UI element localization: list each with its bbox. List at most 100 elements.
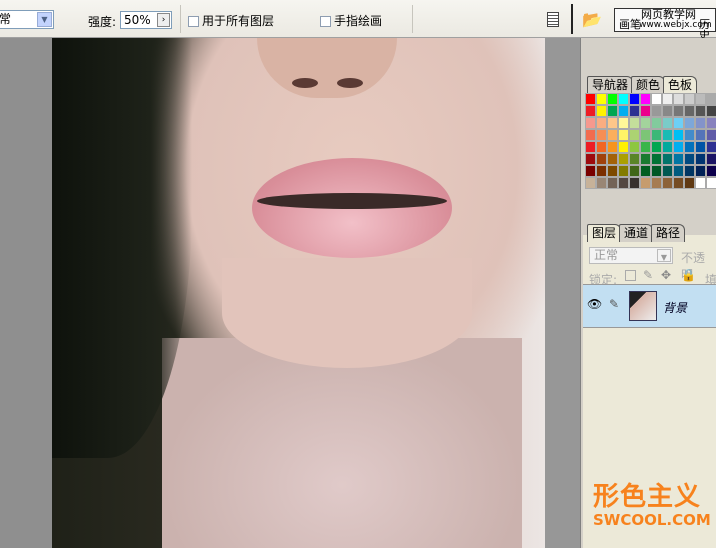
color-swatch[interactable] — [607, 177, 618, 189]
lock-transparency-icon[interactable] — [625, 270, 636, 281]
color-swatch[interactable] — [629, 165, 640, 177]
finger-painting-checkbox[interactable]: 手指绘画 — [320, 12, 382, 29]
color-swatch[interactable] — [640, 141, 651, 153]
color-swatch[interactable] — [695, 93, 706, 105]
color-swatch[interactable] — [607, 93, 618, 105]
color-swatch[interactable] — [662, 117, 673, 129]
color-swatch[interactable] — [673, 165, 684, 177]
color-swatch[interactable] — [618, 117, 629, 129]
color-swatch[interactable] — [640, 93, 651, 105]
color-swatch[interactable] — [695, 105, 706, 117]
tab-channels[interactable]: 通道 — [619, 224, 654, 242]
color-swatch[interactable] — [651, 117, 662, 129]
color-swatch[interactable] — [706, 177, 716, 189]
color-swatch[interactable] — [662, 105, 673, 117]
color-swatch[interactable] — [640, 117, 651, 129]
color-swatch[interactable] — [618, 93, 629, 105]
color-swatch[interactable] — [684, 117, 695, 129]
color-swatch[interactable] — [618, 165, 629, 177]
color-swatch[interactable] — [695, 165, 706, 177]
color-swatch[interactable] — [684, 153, 695, 165]
color-swatch[interactable] — [596, 117, 607, 129]
color-swatch[interactable] — [640, 153, 651, 165]
color-swatch[interactable] — [618, 129, 629, 141]
color-swatch[interactable] — [695, 141, 706, 153]
color-swatch[interactable] — [607, 141, 618, 153]
color-swatch[interactable] — [695, 177, 706, 189]
color-swatch[interactable] — [695, 117, 706, 129]
color-swatch[interactable] — [695, 129, 706, 141]
lock-move-icon[interactable]: ✥ — [661, 268, 671, 282]
color-swatch[interactable] — [596, 165, 607, 177]
palette-options-icon[interactable] — [547, 12, 559, 27]
color-swatch[interactable] — [585, 177, 596, 189]
color-swatch[interactable] — [684, 141, 695, 153]
color-swatch[interactable] — [684, 129, 695, 141]
color-swatch[interactable] — [706, 105, 716, 117]
mode-select[interactable]: 常 ▼ — [0, 10, 54, 29]
color-swatch[interactable] — [640, 129, 651, 141]
strength-input[interactable]: 50% › — [120, 11, 172, 29]
color-swatch[interactable] — [673, 153, 684, 165]
color-swatch[interactable] — [673, 105, 684, 117]
chevron-down-icon[interactable]: ▼ — [657, 249, 671, 262]
color-swatch[interactable] — [640, 165, 651, 177]
color-swatch[interactable] — [596, 129, 607, 141]
color-swatch[interactable] — [607, 129, 618, 141]
color-swatch[interactable] — [607, 105, 618, 117]
color-swatch[interactable] — [607, 117, 618, 129]
color-swatch[interactable] — [673, 93, 684, 105]
color-swatch[interactable] — [706, 141, 716, 153]
color-swatch[interactable] — [596, 177, 607, 189]
color-swatch[interactable] — [596, 93, 607, 105]
color-swatch[interactable] — [629, 93, 640, 105]
color-swatch[interactable] — [629, 117, 640, 129]
color-swatch[interactable] — [596, 105, 607, 117]
color-swatch[interactable] — [706, 93, 716, 105]
color-swatch[interactable] — [607, 153, 618, 165]
color-swatch[interactable] — [629, 177, 640, 189]
color-swatch[interactable] — [618, 153, 629, 165]
color-swatch[interactable] — [629, 129, 640, 141]
color-swatch[interactable] — [618, 105, 629, 117]
color-swatch[interactable] — [618, 177, 629, 189]
color-swatch[interactable] — [651, 153, 662, 165]
color-swatch[interactable] — [662, 141, 673, 153]
color-swatch[interactable] — [585, 105, 596, 117]
color-swatch[interactable] — [629, 153, 640, 165]
color-swatch[interactable] — [651, 129, 662, 141]
all-layers-checkbox[interactable]: 用于所有图层 — [188, 12, 274, 29]
color-swatch[interactable] — [673, 129, 684, 141]
color-swatch[interactable] — [585, 129, 596, 141]
tab-layers[interactable]: 图层 — [587, 224, 622, 242]
tab-swatches[interactable]: 色板 — [663, 76, 698, 94]
color-swatch[interactable] — [706, 165, 716, 177]
color-swatch[interactable] — [585, 165, 596, 177]
color-swatch[interactable] — [640, 105, 651, 117]
lock-all-icon[interactable]: 🔒 — [681, 268, 696, 282]
color-swatch[interactable] — [673, 177, 684, 189]
color-swatch[interactable] — [596, 153, 607, 165]
color-swatch[interactable] — [706, 117, 716, 129]
color-swatch[interactable] — [673, 141, 684, 153]
eye-icon[interactable]: 👁 — [587, 297, 602, 311]
color-swatch[interactable] — [596, 141, 607, 153]
tab-color[interactable]: 颜色 — [631, 76, 666, 94]
color-swatch[interactable] — [651, 105, 662, 117]
color-swatch[interactable] — [662, 129, 673, 141]
color-swatch[interactable] — [629, 141, 640, 153]
brushes-tab[interactable]: 画笔 — [619, 19, 641, 30]
color-swatch[interactable] — [651, 165, 662, 177]
color-swatch[interactable] — [684, 165, 695, 177]
strength-slider-button[interactable]: › — [157, 13, 170, 27]
blend-mode-select[interactable]: 正常 ▼ — [589, 247, 673, 264]
layer-row[interactable]: 👁 ✎ 背景 — [583, 284, 716, 328]
color-swatch[interactable] — [662, 93, 673, 105]
color-swatch[interactable] — [706, 153, 716, 165]
tab-paths[interactable]: 路径 — [651, 224, 686, 242]
color-swatch[interactable] — [585, 93, 596, 105]
color-swatch[interactable] — [585, 117, 596, 129]
color-swatch[interactable] — [618, 141, 629, 153]
color-swatch[interactable] — [662, 153, 673, 165]
color-swatch[interactable] — [640, 177, 651, 189]
